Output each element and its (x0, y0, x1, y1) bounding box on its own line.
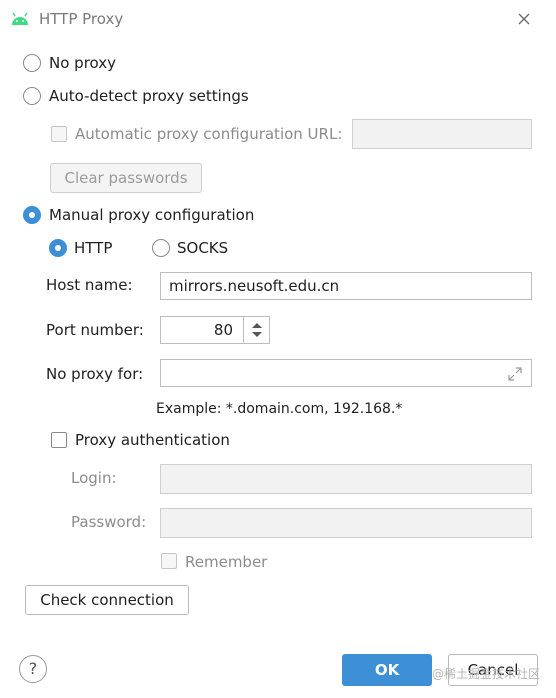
http-proxy-dialog: HTTP Proxy No proxy Auto-detect proxy se… (0, 0, 556, 698)
port-number-label: Port number: (46, 321, 144, 339)
no-proxy-for-input[interactable] (160, 359, 532, 387)
port-number-value[interactable]: 80 (214, 317, 233, 343)
socks-label[interactable]: SOCKS (177, 239, 228, 257)
help-button[interactable]: ? (19, 655, 47, 683)
close-icon[interactable] (513, 8, 535, 30)
proxy-auth-label[interactable]: Proxy authentication (75, 431, 230, 449)
expand-icon[interactable] (506, 365, 524, 383)
proxy-auth-checkbox[interactable] (51, 432, 67, 448)
port-stepper[interactable] (243, 316, 269, 344)
auto-detect-radio[interactable] (23, 87, 41, 105)
login-label: Login: (71, 469, 117, 487)
manual-proxy-radio[interactable] (23, 206, 41, 224)
android-icon (12, 12, 28, 25)
login-input[interactable] (160, 464, 532, 494)
no-proxy-label[interactable]: No proxy (49, 54, 116, 72)
manual-proxy-label[interactable]: Manual proxy configuration (49, 206, 254, 224)
stepper-arrows-icon[interactable] (244, 316, 270, 344)
watermark: @稀土掘金技术社区 (432, 667, 541, 681)
http-label[interactable]: HTTP (74, 239, 112, 257)
remember-checkbox[interactable] (161, 553, 177, 569)
host-name-input[interactable]: mirrors.neusoft.edu.cn (160, 272, 532, 300)
example-text: Example: *.domain.com, 192.168.* (156, 401, 403, 417)
no-proxy-for-label: No proxy for: (46, 365, 144, 383)
password-input[interactable] (160, 508, 532, 538)
host-name-label: Host name: (46, 276, 133, 294)
auto-url-input[interactable] (352, 119, 532, 149)
no-proxy-radio[interactable] (23, 54, 41, 72)
auto-detect-label[interactable]: Auto-detect proxy settings (49, 87, 249, 105)
title-bar: HTTP Proxy (0, 0, 556, 38)
password-label: Password: (71, 513, 147, 531)
clear-passwords-button[interactable]: Clear passwords (50, 163, 202, 193)
socks-radio[interactable] (152, 239, 170, 257)
port-number-field[interactable]: 80 (160, 316, 270, 344)
auto-url-label: Automatic proxy configuration URL: (75, 125, 343, 143)
check-connection-button[interactable]: Check connection (25, 585, 189, 615)
window-title: HTTP Proxy (39, 10, 124, 28)
remember-label: Remember (185, 553, 268, 571)
http-radio[interactable] (49, 239, 67, 257)
ok-button[interactable]: OK (342, 654, 432, 686)
auto-url-checkbox[interactable] (51, 126, 67, 142)
